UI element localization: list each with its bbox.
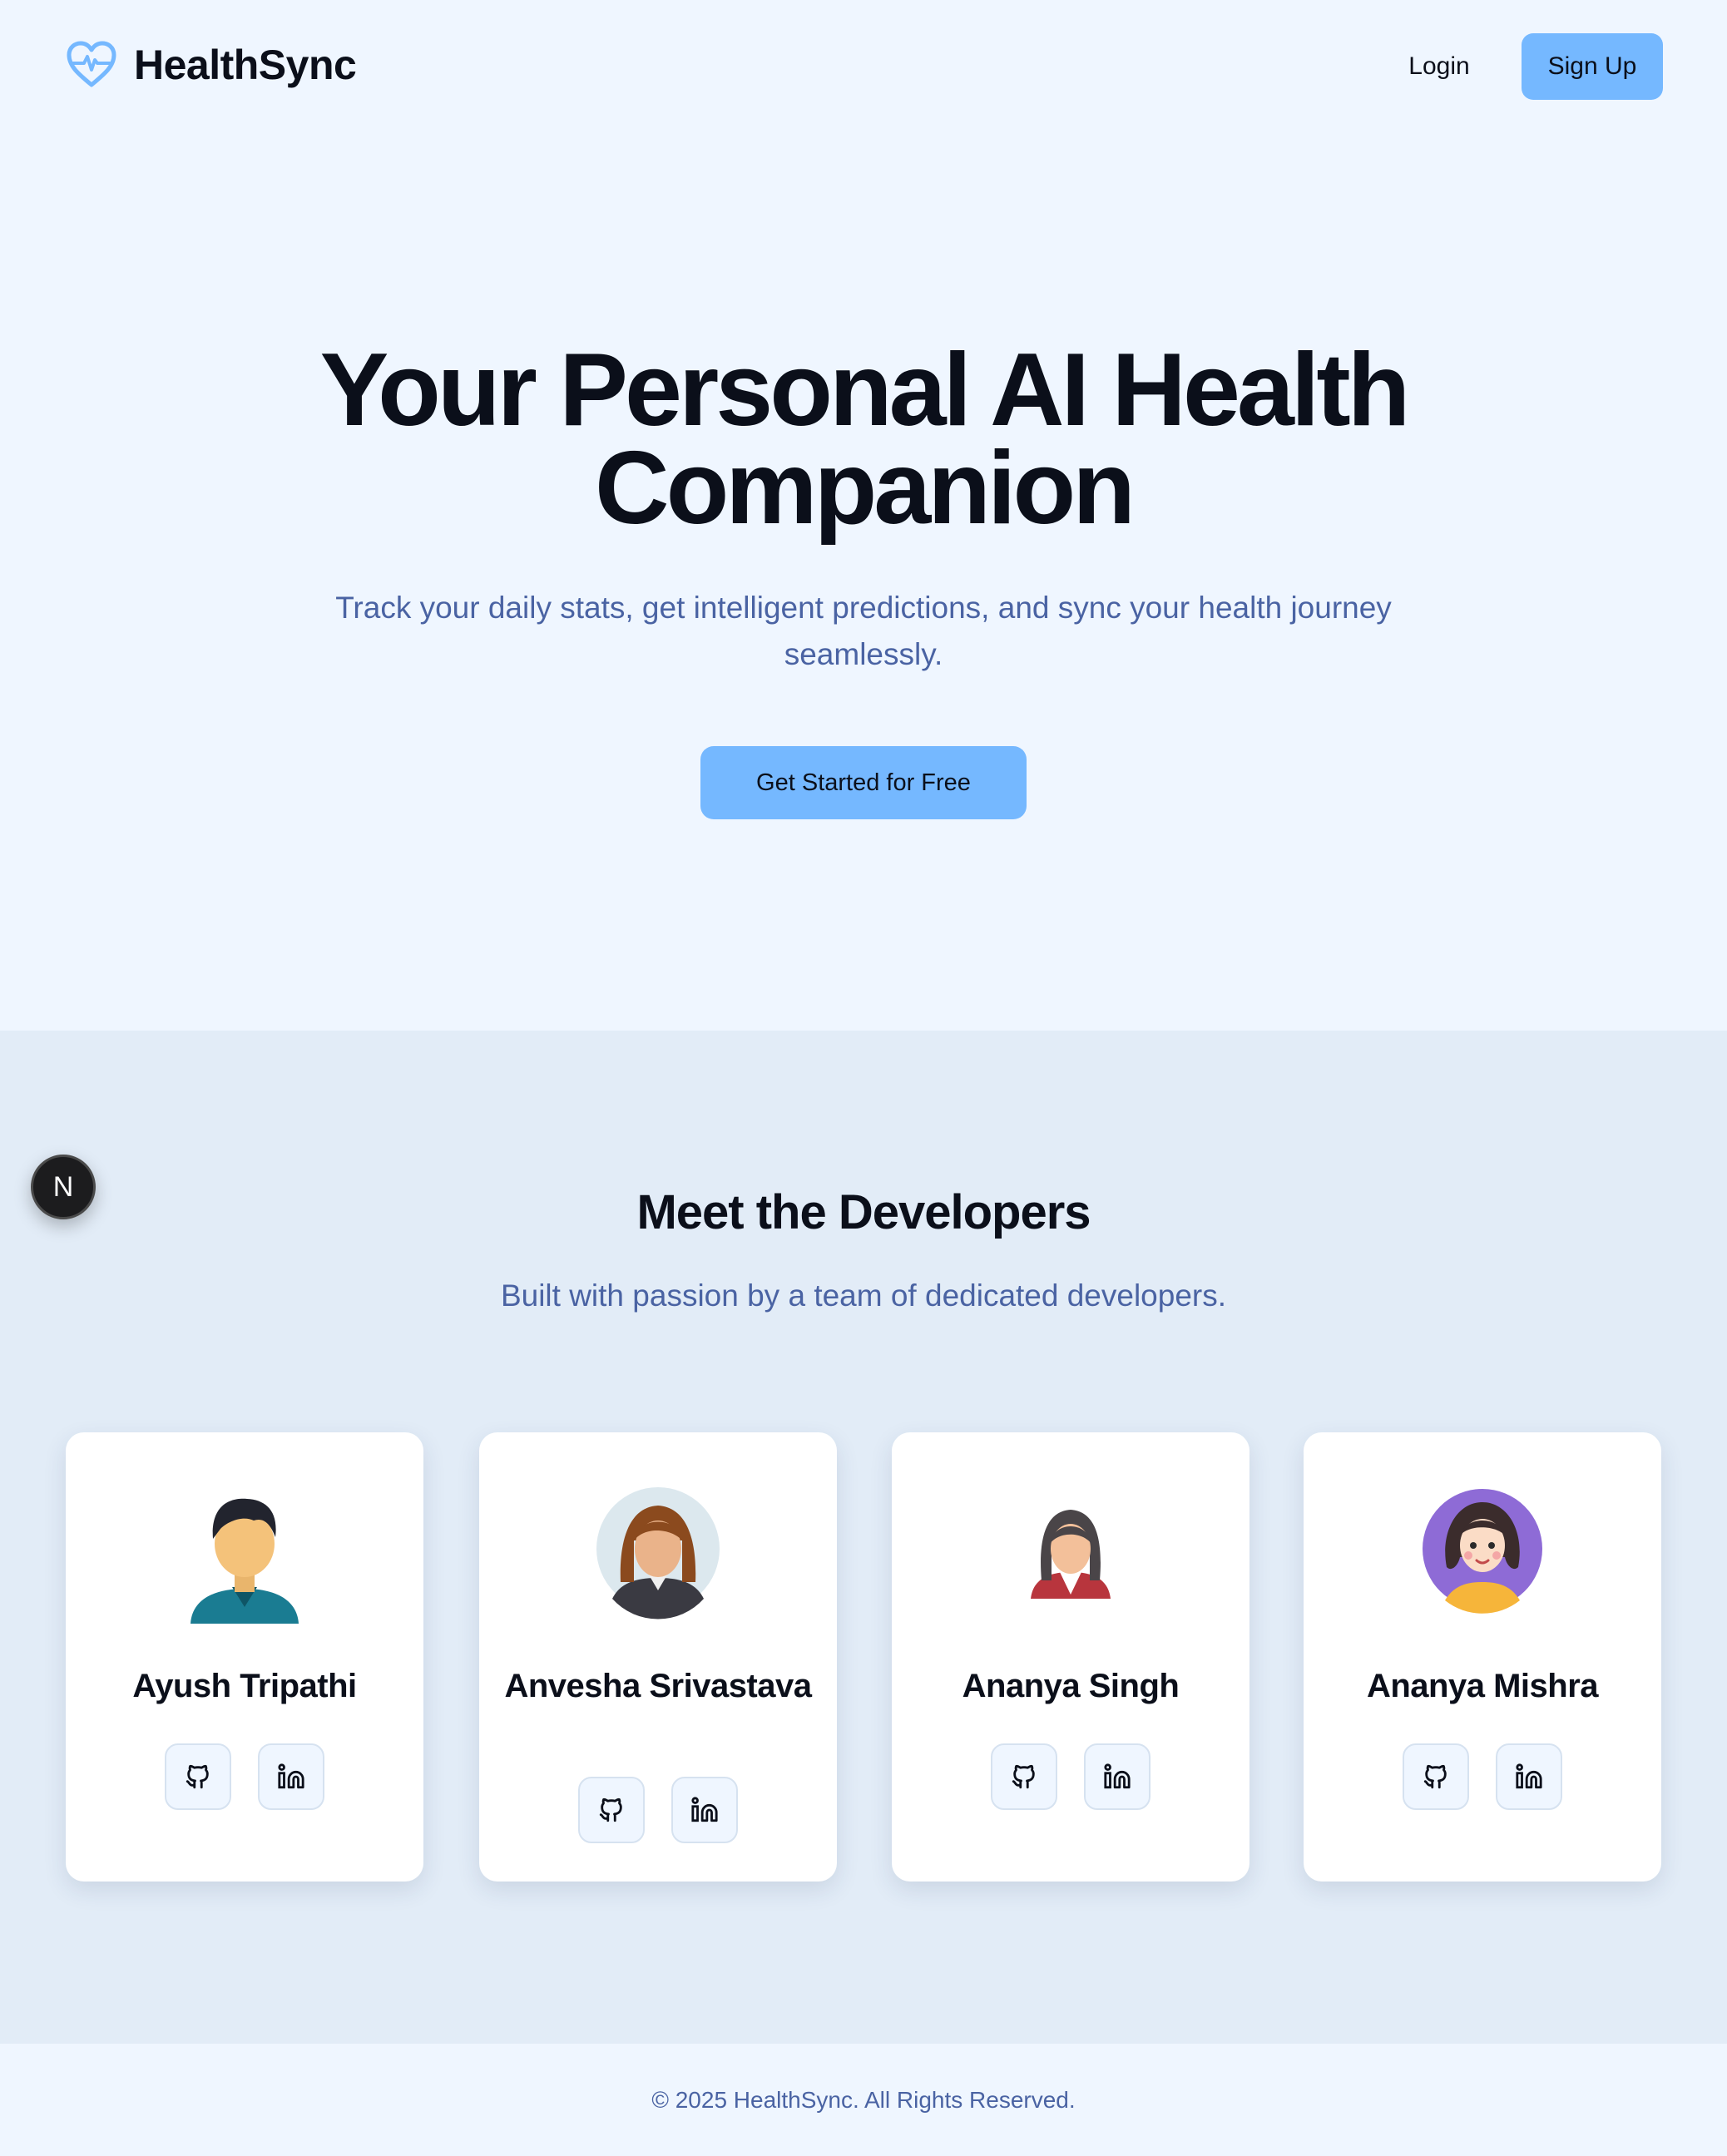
social-links (479, 1777, 837, 1843)
github-icon (1012, 1764, 1035, 1789)
hero-section: Your Personal AI Health Companion Track … (0, 133, 1727, 1031)
hero-title-line-2: Companion (595, 431, 1136, 546)
developer-name: Ayush Tripathi (132, 1668, 357, 1704)
developer-card: Ananya Mishra (1304, 1432, 1661, 1882)
female-avatar-icon (1031, 1510, 1111, 1599)
hero-title: Your Personal AI Health Companion (166, 339, 1561, 540)
developers-subtitle: Built with passion by a team of dedicate… (500, 1278, 1227, 1313)
heart-pulse-icon (67, 41, 116, 87)
developer-card: Ananya Singh (892, 1432, 1249, 1882)
developers-title: Meet the Developers (636, 1185, 1091, 1239)
top-nav: HealthSync Login Sign Up (0, 0, 1727, 133)
page: HealthSync Login Sign Up Your Personal A… (0, 0, 1727, 2156)
brand-logo[interactable]: HealthSync (66, 40, 357, 90)
social-links (1304, 1743, 1661, 1810)
linkedin-button[interactable] (1496, 1743, 1562, 1810)
developer-name: Anvesha Srivastava (504, 1668, 812, 1704)
linkedin-icon (691, 1797, 718, 1822)
hero-subtitle: Track your daily stats, get intelligent … (335, 591, 1392, 671)
github-icon (1423, 1764, 1447, 1789)
linkedin-button[interactable] (258, 1743, 324, 1810)
github-icon (599, 1797, 622, 1822)
linkedin-button[interactable] (671, 1777, 738, 1843)
developer-card: Ayush Tripathi (66, 1432, 423, 1882)
github-button[interactable] (578, 1777, 645, 1843)
social-links (66, 1743, 423, 1810)
female-avatar-icon (1423, 1489, 1542, 1614)
brand-name: HealthSync (134, 42, 357, 88)
signup-button[interactable]: Sign Up (1522, 33, 1663, 100)
linkedin-button[interactable] (1084, 1743, 1151, 1810)
female-avatar-icon (596, 1487, 720, 1619)
github-button[interactable] (165, 1743, 231, 1810)
developer-name: Ananya Mishra (1366, 1668, 1599, 1704)
social-links (892, 1743, 1249, 1810)
developer-card: Anvesha Srivastava (479, 1432, 837, 1882)
linkedin-icon (1516, 1763, 1542, 1789)
developer-name: Ananya Singh (962, 1668, 1180, 1704)
login-button[interactable]: Login (1381, 33, 1497, 100)
github-icon (186, 1764, 209, 1789)
github-button[interactable] (1403, 1743, 1469, 1810)
footer: © 2025 HealthSync. All Rights Reserved. (0, 2044, 1727, 2156)
get-started-button[interactable]: Get Started for Free (700, 746, 1027, 819)
github-button[interactable] (991, 1743, 1057, 1810)
copyright-text: © 2025 HealthSync. All Rights Reserved. (651, 2086, 1076, 2113)
male-avatar-icon (191, 1498, 299, 1624)
linkedin-icon (278, 1763, 304, 1789)
developers-section: N Meet the Developers Built with passion… (0, 1031, 1727, 2044)
linkedin-icon (1104, 1763, 1131, 1789)
